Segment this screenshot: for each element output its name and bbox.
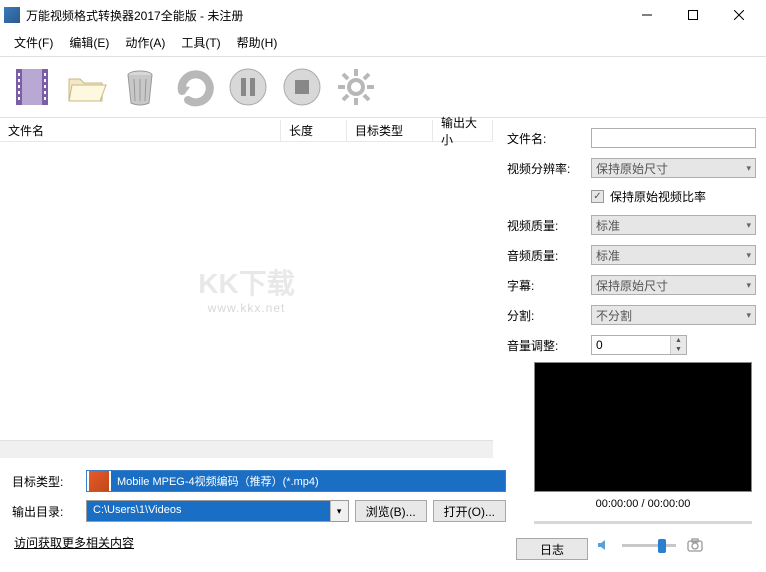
audio-quality-select[interactable]: 标准▾ <box>591 245 756 265</box>
output-dir-label: 输出目录: <box>12 503 78 520</box>
preview-pane: 00:00:00 / 00:00:00 <box>534 362 752 554</box>
menu-tool[interactable]: 工具(T) <box>173 31 228 54</box>
file-list-pane: 文件名 长度 目标类型 输出大小 KK下载 www.kkx.net <box>0 120 493 458</box>
subtitle-select[interactable]: 保持原始尺寸▾ <box>591 275 756 295</box>
list-header: 文件名 长度 目标类型 输出大小 <box>0 120 493 142</box>
output-dir-value: C:\Users\1\Videos <box>87 501 330 521</box>
menu-help[interactable]: 帮助(H) <box>229 31 286 54</box>
convert-button[interactable] <box>168 61 220 113</box>
delete-button[interactable] <box>114 61 166 113</box>
menu-file[interactable]: 文件(F) <box>6 31 61 54</box>
target-type-label: 目标类型: <box>12 473 78 490</box>
volume-spinner[interactable]: ▲▼ <box>591 335 687 355</box>
resolution-label: 视频分辨率: <box>507 160 583 177</box>
settings-button[interactable] <box>330 61 382 113</box>
chevron-down-icon: ▾ <box>746 163 751 174</box>
add-file-button[interactable] <box>6 61 58 113</box>
chevron-down-icon: ▾ <box>746 250 751 261</box>
menubar: 文件(F) 编辑(E) 动作(A) 工具(T) 帮助(H) <box>0 30 766 54</box>
watermark: KK下载 www.kkx.net <box>198 267 294 315</box>
col-filename[interactable]: 文件名 <box>0 120 281 141</box>
menu-edit[interactable]: 编辑(E) <box>61 31 117 54</box>
toolbar <box>0 59 766 115</box>
col-output-size[interactable]: 输出大小 <box>433 120 493 141</box>
maximize-button[interactable] <box>670 0 716 30</box>
spin-down-icon[interactable]: ▼ <box>671 345 686 354</box>
menu-action[interactable]: 动作(A) <box>117 31 173 54</box>
titlebar: 万能视频格式转换器2017全能版 - 未注册 <box>0 0 766 30</box>
watermark-sub: www.kkx.net <box>198 301 294 315</box>
pause-button[interactable] <box>222 61 274 113</box>
horizontal-scrollbar[interactable] <box>0 441 493 458</box>
open-button[interactable]: 打开(O)... <box>433 500 506 522</box>
volume-icon[interactable] <box>594 536 612 554</box>
minimize-button[interactable] <box>624 0 670 30</box>
window-title: 万能视频格式转换器2017全能版 - 未注册 <box>26 7 624 24</box>
filename-input[interactable] <box>591 128 756 148</box>
chevron-down-icon: ▾ <box>746 280 751 291</box>
video-quality-select[interactable]: 标准▾ <box>591 215 756 235</box>
separator <box>0 117 766 118</box>
chevron-down-icon: ▾ <box>746 220 751 231</box>
col-length[interactable]: 长度 <box>281 120 347 141</box>
target-type-select[interactable]: Mobile MPEG-4视频编码（推荐）(*.mp4) <box>86 470 506 492</box>
col-target-type[interactable]: 目标类型 <box>347 120 433 141</box>
split-select[interactable]: 不分割▾ <box>591 305 756 325</box>
chevron-down-icon[interactable]: ▾ <box>330 501 348 521</box>
file-list[interactable]: KK下载 www.kkx.net <box>0 142 493 441</box>
app-icon <box>4 7 20 23</box>
preview-video[interactable] <box>534 362 752 492</box>
volume-slider[interactable] <box>622 537 676 553</box>
separator <box>0 56 766 57</box>
watermark-main: KK下载 <box>198 267 294 301</box>
video-quality-label: 视频质量: <box>507 217 583 234</box>
subtitle-label: 字幕: <box>507 277 583 294</box>
format-icon <box>89 471 109 491</box>
stop-button[interactable] <box>276 61 328 113</box>
preview-time: 00:00:00 / 00:00:00 <box>534 498 752 510</box>
chevron-down-icon: ▾ <box>746 310 751 321</box>
log-button[interactable]: 日志 <box>516 538 588 560</box>
close-button[interactable] <box>716 0 762 30</box>
volume-label: 音量调整: <box>507 337 583 354</box>
spin-up-icon[interactable]: ▲ <box>671 336 686 345</box>
more-link[interactable]: 访问获取更多相关内容 <box>4 530 514 555</box>
browse-button[interactable]: 浏览(B)... <box>355 500 427 522</box>
audio-quality-label: 音频质量: <box>507 247 583 264</box>
preview-seek-slider[interactable] <box>534 514 752 530</box>
filename-label: 文件名: <box>507 130 583 147</box>
snapshot-button[interactable] <box>686 536 704 554</box>
output-dir-combo[interactable]: C:\Users\1\Videos ▾ <box>86 500 349 522</box>
target-type-value: Mobile MPEG-4视频编码（推荐）(*.mp4) <box>111 471 505 491</box>
bottom-pane: 目标类型: Mobile MPEG-4视频编码（推荐）(*.mp4) 输出目录:… <box>4 470 514 555</box>
split-label: 分割: <box>507 307 583 324</box>
keep-ratio-label: 保持原始视频比率 <box>610 188 706 205</box>
keep-ratio-checkbox[interactable]: ✓ <box>591 190 604 203</box>
volume-input[interactable] <box>592 336 670 354</box>
resolution-select[interactable]: 保持原始尺寸▾ <box>591 158 756 178</box>
open-folder-button[interactable] <box>60 61 112 113</box>
